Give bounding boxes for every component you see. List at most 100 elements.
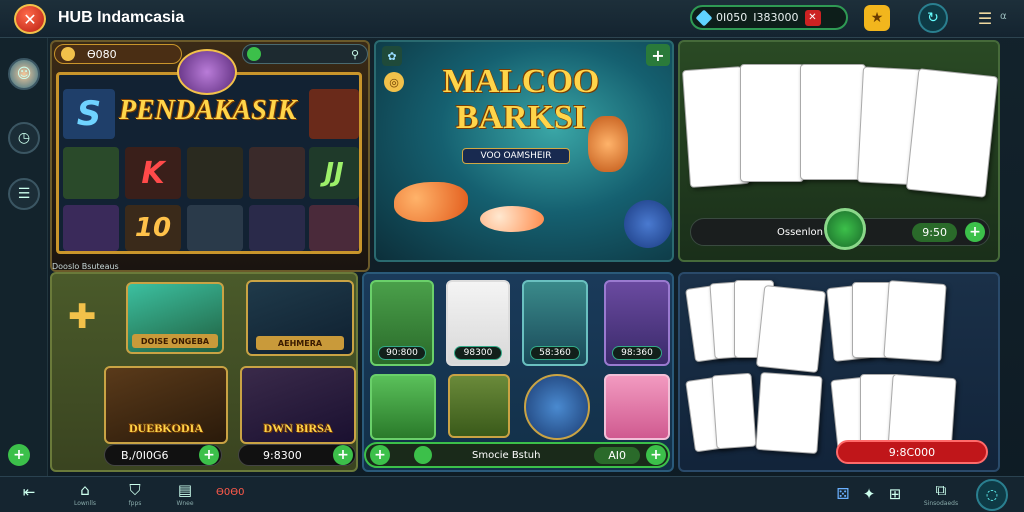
puzzle-icon[interactable]: ✚	[68, 300, 102, 334]
reel-symbol-jj: JJ	[309, 147, 359, 199]
fish-tile-8[interactable]	[604, 374, 670, 440]
card-fan-2[interactable]	[826, 280, 990, 372]
card-fan-3[interactable]	[685, 370, 830, 456]
promo-amount-left[interactable]: B,/0I0G6 +	[104, 444, 222, 466]
cards-game-panel[interactable]: Ossenlon 9:50 +	[678, 40, 1000, 262]
gem-icon	[695, 9, 713, 26]
fish-tiles-add-left-button[interactable]: +	[370, 445, 390, 465]
sidebar: ☺ ◷ ☰	[0, 38, 48, 512]
promo-tile-label: DOISE ONGEBA	[132, 334, 218, 348]
nav-item-shield[interactable]: ⛉ fpps	[120, 481, 150, 507]
menu-icon[interactable]: ☰	[972, 5, 998, 31]
nav-item-home[interactable]: ⌂ Lownlls	[70, 481, 100, 507]
reel-portrait-icon	[249, 147, 305, 199]
promo-tile-fish[interactable]: DOISE ONGEBA	[126, 282, 224, 354]
history-icon[interactable]: ◷	[8, 122, 40, 154]
fish-tiles-bottom-amount: AI0	[594, 446, 640, 464]
slot-right-pill[interactable]: ⚲	[242, 44, 368, 64]
grid-icon[interactable]: ⊞	[886, 485, 904, 503]
playing-card-5	[905, 68, 998, 198]
card-games-amount[interactable]: 9:8C000	[836, 440, 988, 464]
fish-tile-4[interactable]: 98:360	[604, 280, 670, 366]
reel-symbol-k: K	[125, 147, 181, 199]
promo-panel: ✚ DOISE ONGEBA AEHMERA DUEBKODIA DWN BIR…	[50, 272, 358, 472]
chat-icon[interactable]: ◌	[976, 479, 1008, 511]
fish-badge: VOO OAMSHEIR	[462, 148, 570, 164]
fish-coin-icon[interactable]: ◎	[384, 72, 404, 92]
cards-chip-icon[interactable]	[824, 208, 866, 250]
slot-game-panel[interactable]: Ɵ080 ⚲ PENDAKASIK S K JJ 10	[50, 40, 370, 272]
fish-settings-icon[interactable]: ✿	[382, 46, 402, 66]
nav-label: Sinsodaeds	[923, 500, 959, 507]
fish-tile-1[interactable]: 90:800	[370, 280, 434, 366]
promo-tile-lady[interactable]: AEHMERA	[246, 280, 354, 356]
cards-bet-label: Ossenlon	[777, 226, 824, 238]
promo-tile-hunter[interactable]: DUEBKODIA	[104, 366, 228, 444]
avatar[interactable]: ☺	[8, 58, 40, 90]
chip-icon[interactable]: ✦	[860, 485, 878, 503]
close-icon[interactable]: ✕	[804, 9, 821, 26]
app-logo[interactable]: ✕	[14, 4, 46, 34]
card-games-panel: 9:8C000	[678, 272, 1000, 472]
dice-icon[interactable]: ⚄	[834, 485, 852, 503]
corner-text: α	[1000, 11, 1007, 22]
list-icon[interactable]: ☰	[8, 178, 40, 210]
playing-card-2	[740, 64, 804, 182]
blue-flower-icon	[624, 200, 672, 248]
playing-card	[755, 371, 823, 455]
reel-frog-icon	[63, 147, 119, 199]
fish-tiles-add-right-button[interactable]: +	[646, 445, 666, 465]
fish-tiles-bottom-bar[interactable]: + Smocie Bstuh AI0 +	[364, 442, 670, 468]
promo-add-left-button[interactable]: +	[199, 445, 219, 465]
games-icon: ⧉	[935, 481, 947, 499]
fish-title-line2: BARKSI	[455, 99, 587, 136]
nav-label: Lownlls	[73, 500, 97, 507]
treasure-icon[interactable]: ★	[864, 5, 890, 31]
playing-card	[755, 284, 827, 374]
fish-tile-7[interactable]	[524, 374, 590, 440]
wallet-value-b: I383000	[753, 11, 799, 24]
reel-wild-icon	[63, 205, 119, 251]
white-fish-icon	[480, 206, 544, 232]
back-icon[interactable]: ⇤	[16, 483, 42, 501]
bottom-nav: ⇤ ⌂ Lownlls ⛉ fpps ▤ Wnee Ɵ0Ɵ0 ⚄ ✦ ⊞ ⧉ Sinso…	[0, 476, 1024, 512]
promo-tile-woman[interactable]: DWN BIRSA	[240, 366, 356, 444]
slot-caption: Dooslo Bsuteaus	[52, 262, 119, 271]
slot-banner: PENDAKASIK	[119, 95, 297, 126]
slot-left-pill[interactable]: Ɵ080	[54, 44, 182, 64]
reel-symbol-10: 10	[125, 205, 181, 251]
promo-amount-right[interactable]: 9:8300 +	[238, 444, 356, 466]
reel-bluefish-icon	[249, 205, 305, 251]
fish-tile-5[interactable]	[370, 374, 436, 440]
reel-symbol-s: S	[63, 89, 115, 139]
coin-green-icon	[247, 47, 261, 61]
fish-game-panel[interactable]: ✿ ◎ + MALCOO BARKSI VOO OAMSHEIR	[374, 40, 674, 262]
refresh-icon[interactable]: ↻	[918, 3, 948, 33]
fish-add-button[interactable]: +	[646, 44, 670, 66]
search-icon[interactable]: ⚲	[351, 48, 359, 61]
cards-add-button[interactable]: +	[965, 222, 985, 242]
fish-title-line1: MALCOO	[442, 63, 600, 100]
cards-bet-amount: 9:50	[912, 222, 957, 242]
orange-fish-icon	[394, 182, 468, 222]
promo-tile-label: DWN BIRSA	[263, 421, 333, 435]
card-fan-1[interactable]	[685, 280, 830, 374]
promo-amount-left-text: B,/0I0G6	[121, 448, 169, 462]
fish-tile-3[interactable]: 58:360	[522, 280, 588, 366]
wallet-value-a: 0I050	[716, 11, 748, 24]
app-root: ✕ HUB Indamcasia 0I050 I383000 ✕ ★ ↻ ☰ α…	[0, 0, 1024, 512]
fish-tile-price: 98300	[454, 346, 502, 360]
left-add-button[interactable]: +	[8, 444, 30, 466]
slot-reels: PENDAKASIK S K JJ 10	[56, 49, 362, 254]
fish-tile-2[interactable]: 98300	[446, 280, 510, 366]
bank-icon: ▤	[177, 481, 193, 499]
slot-left-pill-text: Ɵ080	[87, 47, 117, 61]
shield-icon: ⛉	[129, 481, 141, 499]
promo-add-right-button[interactable]: +	[333, 445, 353, 465]
nav-item-bank[interactable]: ▤ Wnee	[170, 481, 200, 507]
nav-item-games[interactable]: ⧉ Sinsodaeds	[920, 481, 962, 507]
fish-tile-6[interactable]	[448, 374, 510, 438]
wallet-balance[interactable]: 0I050 I383000 ✕	[690, 5, 848, 30]
nav-item-coins[interactable]: Ɵ0Ɵ0	[216, 487, 244, 498]
fish-tiles-bottom-label: Smocie Bstuh	[472, 449, 541, 461]
